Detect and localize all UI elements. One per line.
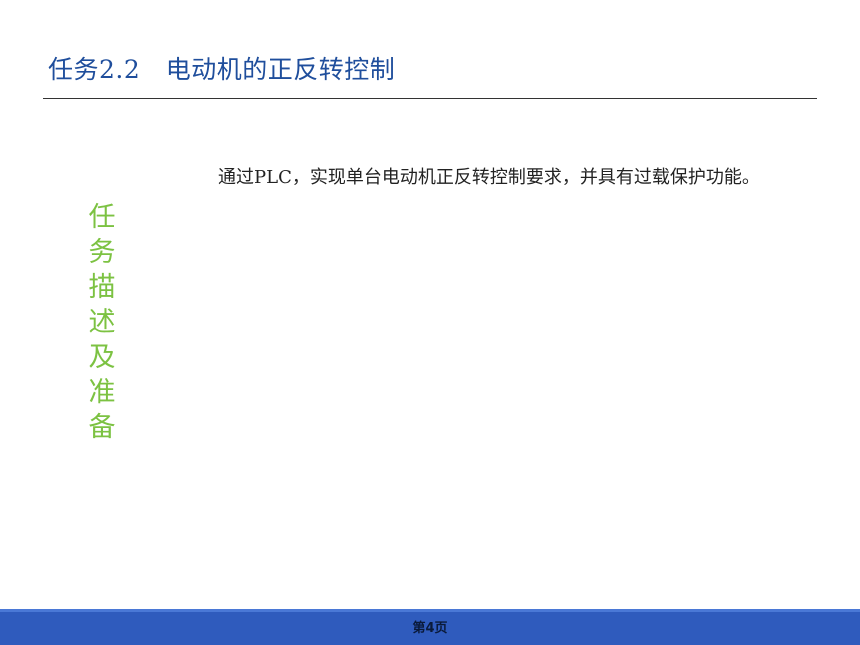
slide-title: 任务2.2 电动机的正反转控制 <box>48 55 396 84</box>
section-label-vertical: 任务描述及准备 <box>88 202 116 443</box>
footer-highlight <box>0 609 860 612</box>
task-description-text: 通过PLC，实现单台电动机正反转控制要求，并具有过载保护功能。 <box>218 167 760 188</box>
page-number: 第4页 <box>412 621 448 636</box>
slide: 任务2.2 电动机的正反转控制 通过PLC，实现单台电动机正反转控制要求，并具有… <box>0 0 860 645</box>
title-divider <box>43 98 817 99</box>
